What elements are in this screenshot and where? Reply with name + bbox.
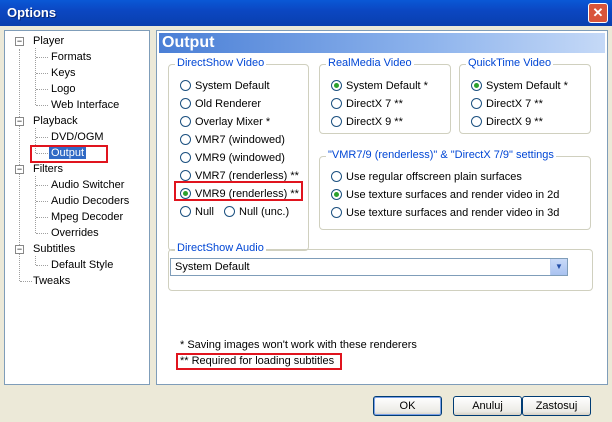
radio-null-unc[interactable]: Null (unc.) <box>224 204 289 220</box>
highlight-required-note <box>176 353 342 370</box>
tree-item-logo[interactable]: Logo <box>49 82 77 97</box>
realmedia-video-group: RealMedia Video System Default * DirectX… <box>319 57 451 134</box>
options-tree[interactable]: − Player Formats Keys Logo Web Interface… <box>4 30 150 385</box>
tree-item-formats[interactable]: Formats <box>49 50 93 65</box>
group-title: DirectShow Audio <box>175 242 266 254</box>
tree-line <box>36 105 48 106</box>
chevron-down-icon[interactable]: ▼ <box>550 259 567 275</box>
group-title: DirectShow Video <box>175 57 267 69</box>
radio-qt-system-default[interactable]: System Default * <box>471 78 568 94</box>
radio-offscreen-plain[interactable]: Use regular offscreen plain surfaces <box>331 169 522 185</box>
tree-line <box>36 217 48 218</box>
tree-item-mpeg-decoder[interactable]: Mpeg Decoder <box>49 210 125 225</box>
radio-icon <box>180 80 191 91</box>
radio-icon <box>331 116 342 127</box>
tree-line <box>36 265 48 266</box>
tree-item-tweaks[interactable]: Tweaks <box>31 274 72 289</box>
select-value: System Default <box>175 261 250 273</box>
radio-rm-directx9[interactable]: DirectX 9 ** <box>331 114 403 130</box>
tree-item-playback[interactable]: Playback <box>31 114 80 129</box>
tree-line <box>36 89 48 90</box>
radio-overlay-mixer[interactable]: Overlay Mixer * <box>180 114 270 130</box>
tree-item-filters[interactable]: Filters <box>31 162 65 177</box>
highlight-vmr9-renderless <box>174 181 303 201</box>
radio-icon <box>331 171 342 182</box>
tree-item-player[interactable]: Player <box>31 34 66 49</box>
radio-icon <box>331 98 342 109</box>
radio-vmr9-windowed[interactable]: VMR9 (windowed) <box>180 150 285 166</box>
radio-icon <box>180 170 191 181</box>
group-title: QuickTime Video <box>466 57 554 69</box>
quicktime-video-group: QuickTime Video System Default * DirectX… <box>459 57 591 134</box>
tree-item-subtitles[interactable]: Subtitles <box>31 242 77 257</box>
radio-null[interactable]: Null <box>180 204 214 220</box>
radio-icon <box>180 206 191 217</box>
radio-icon <box>180 116 191 127</box>
tree-item-dvd-ogm[interactable]: DVD/OGM <box>49 130 106 145</box>
window-title: Options <box>7 5 57 20</box>
group-title: RealMedia Video <box>326 57 414 69</box>
radio-selected-icon <box>331 189 342 200</box>
close-icon: ✕ <box>592 5 604 20</box>
radio-icon <box>224 206 235 217</box>
radio-icon <box>180 134 191 145</box>
radio-icon <box>180 152 191 163</box>
radio-icon <box>180 98 191 109</box>
radio-rm-directx7[interactable]: DirectX 7 ** <box>331 96 403 112</box>
note-saving-images: * Saving images won't work with these re… <box>180 339 417 351</box>
page-title: Output <box>159 33 605 53</box>
radio-rm-system-default[interactable]: System Default * <box>331 78 428 94</box>
radio-selected-icon <box>331 80 342 91</box>
collapse-icon[interactable]: − <box>15 117 24 126</box>
highlight-output-item <box>30 145 108 163</box>
tree-item-audio-decoders[interactable]: Audio Decoders <box>49 194 131 209</box>
tree-item-overrides[interactable]: Overrides <box>49 226 101 241</box>
tree-item-default-style[interactable]: Default Style <box>49 258 115 273</box>
tree-item-audio-switcher[interactable]: Audio Switcher <box>49 178 126 193</box>
radio-icon <box>331 207 342 218</box>
tree-line <box>36 185 48 186</box>
radio-icon <box>471 98 482 109</box>
collapse-icon[interactable]: − <box>15 245 24 254</box>
collapse-icon[interactable]: − <box>15 165 24 174</box>
tree-item-keys[interactable]: Keys <box>49 66 77 81</box>
radio-texture-2d[interactable]: Use texture surfaces and render video in… <box>331 187 559 203</box>
radio-qt-directx7[interactable]: DirectX 7 ** <box>471 96 543 112</box>
tree-line <box>36 57 48 58</box>
radio-old-renderer[interactable]: Old Renderer <box>180 96 261 112</box>
tree-line <box>35 256 36 265</box>
ok-button[interactable]: OK <box>373 396 442 416</box>
output-panel: Output DirectShow Video System Default O… <box>156 30 608 385</box>
radio-selected-icon <box>471 80 482 91</box>
radio-vmr7-windowed[interactable]: VMR7 (windowed) <box>180 132 285 148</box>
apply-button[interactable]: Zastosuj <box>522 396 591 416</box>
tree-line <box>36 73 48 74</box>
tree-line <box>36 137 48 138</box>
tree-line <box>36 201 48 202</box>
radio-qt-directx9[interactable]: DirectX 9 ** <box>471 114 543 130</box>
cancel-button[interactable]: Anuluj <box>453 396 522 416</box>
vmr-settings-group: "VMR7/9 (renderless)" & "DirectX 7/9" se… <box>319 149 591 230</box>
tree-item-web-interface[interactable]: Web Interface <box>49 98 121 113</box>
directshow-video-group: DirectShow Video System Default Old Rend… <box>168 57 309 251</box>
tree-line <box>36 233 48 234</box>
close-button[interactable]: ✕ <box>588 3 608 23</box>
title-bar[interactable]: Options ✕ <box>0 0 612 26</box>
radio-texture-3d[interactable]: Use texture surfaces and render video in… <box>331 205 559 221</box>
collapse-icon[interactable]: − <box>15 37 24 46</box>
radio-icon <box>471 116 482 127</box>
directshow-audio-select[interactable]: System Default ▼ <box>170 258 568 276</box>
radio-system-default[interactable]: System Default <box>180 78 270 94</box>
group-title: "VMR7/9 (renderless)" & "DirectX 7/9" se… <box>326 149 556 161</box>
